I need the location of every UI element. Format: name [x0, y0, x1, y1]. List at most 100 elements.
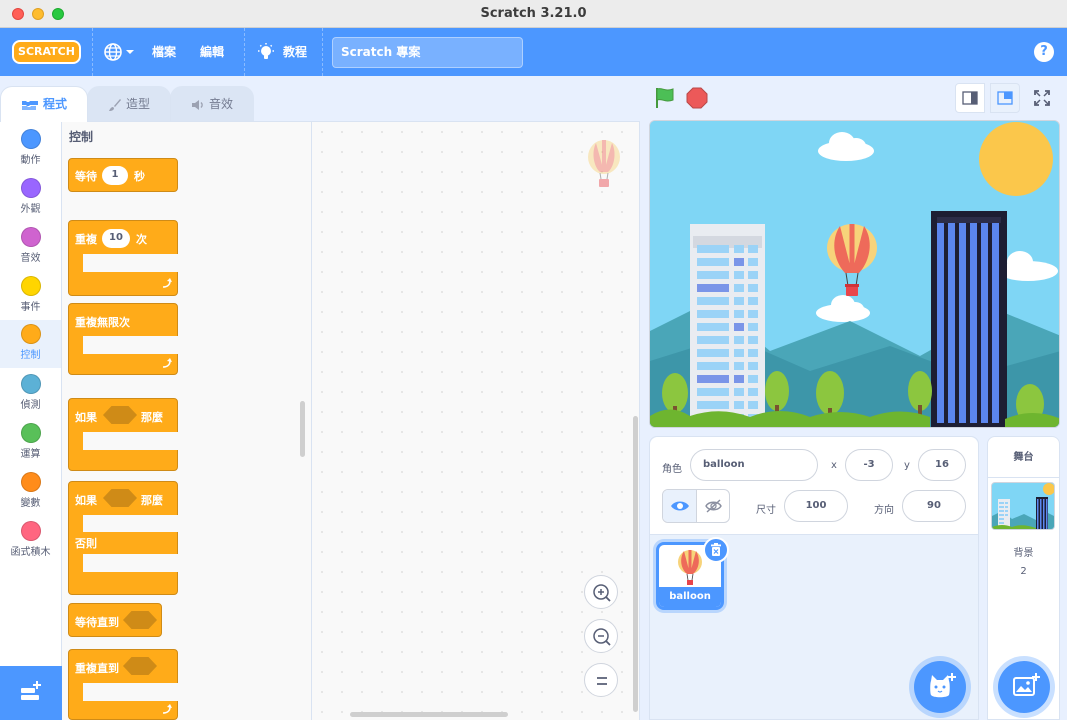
condition-slot[interactable]: [103, 406, 137, 424]
scratch-logo[interactable]: SCRATCH: [12, 40, 81, 64]
trash-icon: [711, 543, 721, 556]
block-mouth: [83, 254, 178, 272]
choose-sprite-button[interactable]: [914, 661, 966, 713]
fullscreen-button[interactable]: [1027, 83, 1057, 113]
small-stage-icon: [962, 91, 978, 105]
sprite-name-label: 角色: [662, 464, 682, 475]
category-label: 音效: [20, 253, 41, 264]
block-input[interactable]: 10: [102, 229, 130, 248]
block-text: 重複直到: [75, 662, 119, 675]
category-dot: [20, 324, 41, 344]
zoom-in-button[interactable]: [584, 575, 618, 609]
lightbulb-icon: [258, 43, 274, 59]
help-button[interactable]: ?: [1034, 42, 1054, 62]
block-mouth: [83, 515, 178, 532]
hide-sprite-button[interactable]: [697, 490, 729, 522]
edit-menu[interactable]: 編輯: [200, 28, 224, 76]
small-stage-button[interactable]: [955, 83, 985, 113]
green-flag-icon[interactable]: [653, 86, 677, 110]
stage-canvas[interactable]: [649, 120, 1060, 428]
condition-slot[interactable]: [123, 611, 157, 629]
tab-code[interactable]: 程式: [0, 86, 88, 122]
image-plus-icon: [1013, 673, 1040, 696]
block-text: 否則: [75, 537, 97, 550]
block-mouth: [83, 336, 178, 354]
chevron-down-icon: [126, 50, 134, 54]
tab-sounds[interactable]: 音效: [170, 86, 254, 122]
block-repeat-until[interactable]: 重複直到: [68, 649, 178, 720]
tab-costumes[interactable]: 造型: [87, 86, 171, 122]
category-sensing[interactable]: 偵測: [0, 370, 61, 418]
block-forever[interactable]: 重複無限次: [68, 303, 178, 375]
zoom-reset-button[interactable]: [584, 663, 618, 697]
add-extension-button[interactable]: [0, 666, 62, 720]
sprite-card-name: balloon: [659, 587, 721, 607]
block-mouth: [83, 432, 178, 450]
palette-scrollbar[interactable]: [300, 401, 305, 457]
window-title: Scratch 3.21.0: [480, 6, 587, 21]
speaker-icon: [191, 99, 203, 110]
category-control[interactable]: 控制: [0, 320, 61, 368]
show-sprite-button[interactable]: [663, 490, 697, 522]
sprite-name-input[interactable]: balloon: [690, 449, 818, 481]
block-repeat[interactable]: 重複 10 次: [68, 220, 178, 296]
zoom-in-icon: [593, 584, 611, 602]
normal-stage-button[interactable]: [990, 83, 1020, 113]
category-label: 偵測: [20, 400, 41, 411]
category-motion[interactable]: 動作: [0, 125, 61, 173]
block-if-then[interactable]: 如果 那麼: [68, 398, 178, 471]
block-wait-until[interactable]: 等待直到: [68, 603, 162, 637]
delete-sprite-button[interactable]: [703, 537, 729, 563]
size-input[interactable]: 100: [784, 490, 848, 522]
palette-section-title: 控制: [69, 130, 94, 144]
zoom-out-button[interactable]: [584, 619, 618, 653]
category-sound[interactable]: 音效: [0, 223, 61, 271]
menu-bar: SCRATCH 檔案 編輯 教程 Scratch 專案 ?: [0, 28, 1067, 76]
direction-input[interactable]: 90: [902, 490, 966, 522]
code-icon: [21, 100, 38, 110]
block-wait[interactable]: 等待 1 秒: [68, 158, 178, 192]
choose-backdrop-button[interactable]: [998, 661, 1050, 713]
category-variables[interactable]: 變數: [0, 468, 61, 516]
category-dot: [20, 472, 41, 492]
globe-icon: [104, 43, 134, 61]
stage-pane-title: 舞台: [988, 437, 1059, 478]
category-label: 變數: [20, 498, 41, 509]
block-text: 次: [136, 233, 147, 246]
stop-icon[interactable]: [685, 86, 709, 110]
category-dot: [20, 521, 41, 541]
language-menu[interactable]: [102, 28, 136, 76]
zoom-out-icon: [593, 628, 611, 646]
project-title-input[interactable]: Scratch 專案: [332, 37, 523, 68]
category-label: 外觀: [20, 204, 41, 215]
block-mouth: [83, 683, 178, 701]
file-menu[interactable]: 檔案: [152, 28, 176, 76]
x-position-input[interactable]: -3: [845, 449, 893, 481]
block-text: 等待直到: [75, 616, 119, 629]
category-label: 事件: [20, 302, 41, 313]
eye-icon: [671, 501, 689, 511]
forever-arrow-icon: [162, 358, 172, 368]
repeat-arrow-icon: [162, 278, 172, 288]
category-events[interactable]: 事件: [0, 272, 61, 320]
block-text: 如果: [75, 411, 97, 424]
eye-slash-icon: [705, 499, 722, 513]
y-position-input[interactable]: 16: [918, 449, 966, 481]
tutorials-menu[interactable]: 教程: [256, 28, 318, 76]
block-if-else[interactable]: 如果 那麼 否則: [68, 481, 178, 595]
category-my-blocks[interactable]: 函式積木: [0, 517, 61, 565]
window-titlebar: Scratch 3.21.0: [0, 0, 1067, 28]
script-vertical-scrollbar[interactable]: [633, 416, 638, 712]
condition-slot[interactable]: [103, 489, 137, 507]
category-operators[interactable]: 運算: [0, 419, 61, 467]
block-text: 如果: [75, 494, 97, 507]
equals-icon: [597, 677, 607, 685]
y-label: y: [904, 460, 910, 471]
stage-thumbnail[interactable]: [991, 482, 1055, 530]
tab-code-label: 程式: [42, 97, 67, 111]
block-text: 等待: [75, 170, 97, 183]
block-input[interactable]: 1: [102, 166, 128, 185]
condition-slot[interactable]: [123, 657, 157, 675]
script-horizontal-scrollbar[interactable]: [350, 712, 508, 717]
category-looks[interactable]: 外觀: [0, 174, 61, 222]
